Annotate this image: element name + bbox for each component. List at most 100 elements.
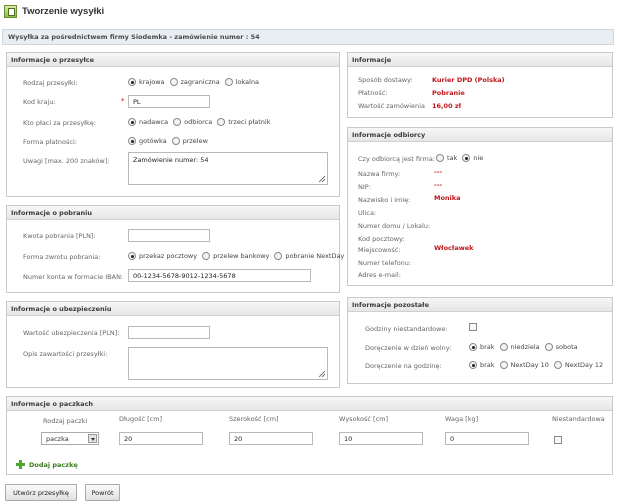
day-off-radio-niedziela[interactable] (499, 343, 508, 351)
delivery-hour-label: Doręczenie na godzinę: (365, 362, 442, 370)
page-title: Tworzenie wysyłki (22, 5, 105, 17)
package-type-radio-group: krajowa zagraniczna lokalna (128, 78, 264, 86)
iban-input[interactable]: 00-1234-5678-9012-1234-5678 (128, 269, 311, 282)
day-off-radio-brak[interactable] (469, 343, 477, 351)
insurance-value-label: Wartość ubezpieczenia [PLN]: (23, 329, 120, 337)
insurance-value-input[interactable] (128, 326, 210, 339)
cod-amount-label: Kwota pobrania [PLN]: (23, 232, 96, 240)
notes-textarea[interactable]: Zamówienie numer: 54 (128, 152, 328, 185)
insurance-info-panel: Informacje o ubezpieczeniu Wartość ubezp… (6, 301, 340, 388)
email-label: Adres e-mail: (358, 271, 401, 279)
other-info-header: Informacje pozostałe (348, 298, 612, 312)
nonstandard-hours-label: Godziny niestandardowe: (365, 325, 448, 333)
day-off-radio-sobota[interactable] (544, 343, 553, 351)
parcel-length-input[interactable]: 20 (119, 432, 203, 445)
is-company-label: Czy odbiorcą jest firma: (358, 155, 435, 163)
payer-radio-trzeci[interactable] (217, 118, 226, 126)
column-header-weight: Waga [kg] (445, 415, 479, 423)
cod-return-option-label: pobranie NextDay (285, 252, 345, 260)
resize-handle-icon[interactable] (319, 176, 325, 182)
iban-label: Numer konta w formacie IBAN: (23, 273, 124, 281)
payment-label: Płatność: (358, 89, 388, 97)
info-header: Informacje (348, 53, 612, 67)
delivery-hour-radio-nextday12[interactable] (553, 361, 562, 369)
payment-form-label: Forma płatności: (23, 138, 77, 146)
payment-option-label: przelew (182, 137, 208, 145)
is-company-radio-tak[interactable] (436, 154, 444, 162)
day-off-label: Doręczenie w dzień wolny: (365, 344, 452, 352)
country-code-label: Kod kraju: (23, 98, 56, 106)
back-button[interactable]: Powrót (85, 484, 120, 501)
parcel-height-input[interactable]: 10 (339, 432, 423, 445)
nip-label: NIP: (358, 183, 371, 191)
payer-radio-nadawca[interactable] (128, 118, 136, 126)
add-icon[interactable] (16, 460, 25, 469)
company-name-label: Nazwa firmy: (358, 170, 401, 178)
notes-label: Uwagi [max. 200 znaków]: (23, 157, 110, 165)
payer-radio-group: nadawca odbiorca trzeci płatnik (128, 118, 275, 126)
required-marker: * (121, 97, 125, 105)
package-type-radio-krajowa[interactable] (128, 78, 136, 86)
parcel-type-select[interactable]: paczka (41, 432, 99, 445)
delivery-hour-radio-brak[interactable] (469, 361, 477, 369)
cod-return-radio-przekaz[interactable] (128, 252, 136, 260)
company-name-value: --- (434, 168, 443, 176)
house-number-label: Numer domu / Lokalu: (358, 222, 431, 230)
package-type-option-label: lokalna (235, 78, 260, 86)
payment-value: Pobranie (432, 89, 465, 97)
column-header-type: Rodzaj paczki (43, 417, 88, 425)
nip-value: --- (434, 181, 443, 189)
chevron-down-icon (88, 434, 97, 443)
create-shipment-button[interactable]: Utwórz przesyłkę (5, 484, 77, 501)
phone-label: Numer telefonu: (358, 259, 412, 267)
parcel-weight-input[interactable]: 0 (445, 432, 529, 445)
street-label: Ulica: (358, 209, 377, 217)
postal-code-label: Kod pocztowy: (358, 235, 405, 243)
cod-return-option-label: przelew bankowy (213, 252, 270, 260)
content-desc-label: Opis zawartości przesyłki: (23, 350, 108, 358)
day-off-option-label: sobota (555, 343, 578, 351)
cod-info-header: Informacje o pobraniu (7, 206, 339, 220)
day-off-option-label: niedziela (510, 343, 540, 351)
is-company-radio-group: tak nie (436, 154, 488, 162)
order-value-value: 16,00 zł (432, 102, 462, 110)
city-label: Miejscowość: (358, 246, 401, 254)
content-desc-textarea[interactable] (128, 347, 328, 380)
resize-handle-icon[interactable] (319, 371, 325, 377)
delivery-hour-radio-group: brak NextDay 10 NextDay 12 (469, 361, 608, 369)
info-panel: Informacje Sposób dostawy: Kurier DPD (P… (347, 52, 613, 118)
cod-return-radio-nextday[interactable] (274, 252, 283, 260)
column-header-height: Wysokość [cm] (339, 415, 389, 423)
nonstandard-hours-checkbox[interactable] (469, 323, 477, 331)
country-code-input[interactable]: PL (128, 95, 210, 108)
is-company-radio-nie[interactable] (462, 154, 471, 162)
parcels-panel: Informacje o paczkach Rodzaj paczki Dług… (6, 396, 613, 475)
recipient-panel: Informacje odbiorcy Czy odbiorcą jest fi… (347, 127, 613, 286)
parcel-width-input[interactable]: 20 (229, 432, 313, 445)
package-type-radio-zagraniczna[interactable] (169, 78, 178, 86)
insurance-info-header: Informacje o ubezpieczeniu (7, 302, 339, 316)
payer-option-label: nadawca (139, 118, 169, 126)
column-header-nonstandard: Niestandardowa (552, 415, 605, 423)
parcels-header: Informacje o paczkach (7, 397, 612, 411)
delivery-hour-radio-nextday10[interactable] (499, 361, 508, 369)
cod-amount-input[interactable] (128, 229, 210, 242)
parcel-nonstandard-checkbox[interactable] (554, 436, 562, 444)
payer-radio-odbiorca[interactable] (173, 118, 182, 126)
payment-option-label: gotówka (139, 137, 167, 145)
package-type-option-label: zagraniczna (180, 78, 220, 86)
delivery-hour-option-label: NextDay 10 (510, 361, 549, 369)
payment-radio-group: gotówka przelew (128, 137, 213, 145)
day-off-radio-group: brak niedziela sobota (469, 343, 583, 351)
package-info-panel: Informacje o przesyłce Rodzaj przesyłki:… (6, 52, 340, 197)
order-value-label: Wartość zamówienia (358, 102, 425, 110)
other-info-panel: Informacje pozostałe Godziny niestandard… (347, 297, 613, 384)
package-type-radio-lokalna[interactable] (224, 78, 233, 86)
column-header-width: Szerokość [cm] (229, 415, 279, 423)
payment-radio-gotowka[interactable] (128, 137, 136, 145)
payment-radio-przelew[interactable] (171, 137, 180, 145)
add-parcel-link[interactable]: Dodaj paczkę (29, 461, 78, 469)
cod-return-radio-przelew[interactable] (202, 252, 211, 260)
window-title-bar: Tworzenie wysyłki (4, 2, 104, 20)
delivery-method-value: Kurier DPD (Polska) (432, 76, 505, 84)
